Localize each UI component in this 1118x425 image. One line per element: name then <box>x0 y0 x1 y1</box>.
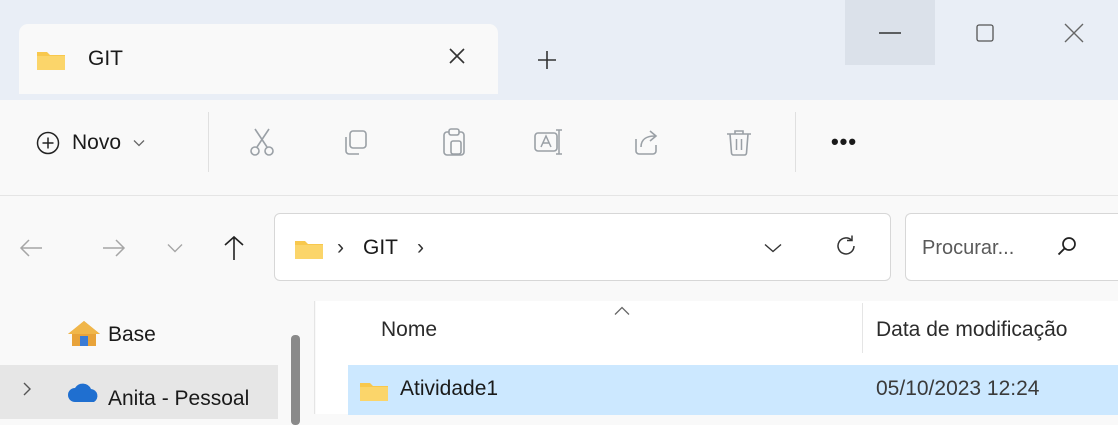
command-bar: Novo ••• <box>0 100 1118 196</box>
more-icon: ••• <box>830 129 858 154</box>
plus-icon <box>538 51 556 69</box>
refresh-icon <box>837 235 855 255</box>
sidebar-item-base[interactable]: Base <box>0 307 278 361</box>
minimize-button[interactable] <box>845 0 935 65</box>
home-icon <box>67 319 101 352</box>
paste-button[interactable] <box>434 122 474 162</box>
maximize-button[interactable] <box>940 0 1030 65</box>
close-window-button[interactable] <box>1030 0 1118 65</box>
pane-divider[interactable] <box>314 301 315 414</box>
arrow-left-icon <box>19 239 42 257</box>
file-date-modified: 05/10/2023 12:24 <box>876 377 1040 400</box>
copy-button[interactable] <box>336 122 376 162</box>
column-divider[interactable] <box>862 303 863 353</box>
toolbar-divider <box>795 112 796 172</box>
up-button[interactable] <box>217 231 251 265</box>
close-icon <box>1064 23 1084 42</box>
breadcrumb-separator[interactable]: › <box>417 236 424 260</box>
column-header-date-modified[interactable]: Data de modificação <box>876 318 1067 342</box>
add-circle-icon <box>36 131 60 155</box>
copy-icon <box>345 130 367 155</box>
rename-icon <box>534 129 562 155</box>
file-name: Atividade1 <box>400 377 499 400</box>
sidebar-item-label: Anita - Pessoal <box>108 387 250 410</box>
sidebar-item-onedrive[interactable]: Anita - Pessoal <box>0 365 278 419</box>
back-button[interactable] <box>14 231 48 265</box>
arrow-right-icon <box>103 239 126 257</box>
new-button-label: Novo <box>72 131 122 154</box>
chevron-right-icon[interactable] <box>22 381 32 402</box>
minimize-icon <box>879 31 901 34</box>
folder-icon <box>294 238 324 265</box>
share-button[interactable] <box>626 122 666 162</box>
navigation-bar: › GIT › <box>0 196 1118 301</box>
folder-icon <box>36 49 66 76</box>
share-icon <box>635 130 658 155</box>
chevron-down-icon <box>167 244 183 253</box>
title-bar: GIT <box>0 0 1118 100</box>
arrow-up-icon <box>224 235 244 260</box>
search-icon[interactable] <box>1056 235 1078 262</box>
tab-git[interactable]: GIT <box>19 24 498 94</box>
tab-label: GIT <box>88 47 123 70</box>
breadcrumb-separator[interactable]: › <box>337 236 344 260</box>
file-list: Nome Data de modificação Atividade1 05/1… <box>316 301 1118 415</box>
onedrive-cloud-icon <box>67 383 101 408</box>
close-icon <box>449 48 465 64</box>
delete-icon <box>727 130 751 156</box>
recent-locations-button[interactable] <box>158 231 192 265</box>
address-history-button[interactable] <box>757 232 789 264</box>
address-bar[interactable]: › GIT › <box>274 213 891 281</box>
sidebar-scrollbar[interactable] <box>291 335 300 425</box>
forward-button[interactable] <box>97 231 131 265</box>
chevron-down-icon <box>133 140 145 147</box>
toolbar-divider <box>208 112 209 172</box>
search-input[interactable] <box>920 232 1044 264</box>
sort-ascending-icon <box>614 303 630 321</box>
breadcrumb-item-git[interactable]: GIT <box>363 236 398 260</box>
sidebar-item-label: Base <box>108 323 156 346</box>
cut-icon <box>250 128 274 156</box>
delete-button[interactable] <box>719 122 759 162</box>
new-tab-button[interactable] <box>527 40 567 80</box>
chevron-down-icon <box>764 243 782 253</box>
close-tab-button[interactable] <box>439 38 475 74</box>
column-header-name[interactable]: Nome <box>381 318 437 342</box>
maximize-icon <box>976 23 994 42</box>
navigation-pane: Base Anita - Pessoal <box>0 301 315 425</box>
folder-icon <box>359 380 389 407</box>
cut-button[interactable] <box>242 122 282 162</box>
table-row[interactable]: Atividade1 05/10/2023 12:24 <box>348 365 1118 415</box>
search-box[interactable] <box>905 213 1118 281</box>
refresh-button[interactable] <box>828 228 864 264</box>
paste-icon <box>443 128 465 156</box>
new-button[interactable]: Novo <box>36 123 145 163</box>
more-options-button[interactable]: ••• <box>824 122 864 162</box>
rename-button[interactable] <box>528 122 568 162</box>
